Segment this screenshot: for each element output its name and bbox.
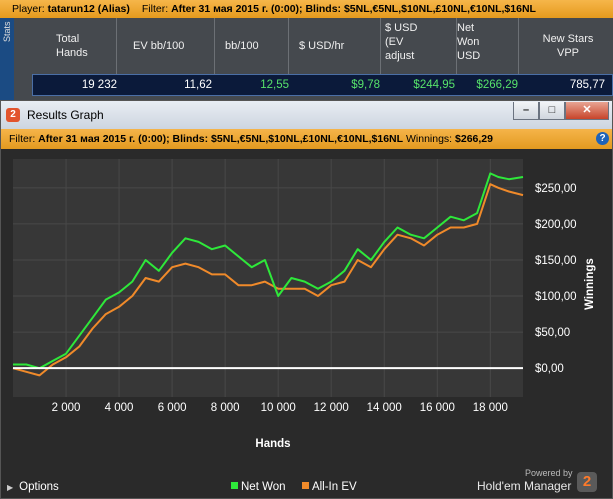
graph-filter-label: Filter: [9, 133, 36, 145]
window-title: Results Graph [27, 108, 104, 122]
winnings-value: $266,29 [455, 133, 493, 145]
x-tick-label: 18 000 [473, 402, 508, 414]
stats-tab[interactable]: Stats [0, 18, 14, 100]
col-usd-hr[interactable]: $ USD/hr [289, 18, 381, 74]
filter-label: Filter: [141, 3, 169, 15]
window-titlebar[interactable]: 2 Results Graph – □ ✕ [1, 101, 612, 129]
col-label: bb/100 [225, 40, 259, 52]
col-label: EV bb/100 [133, 40, 185, 52]
col-ev-bb100[interactable]: EV bb/100 [117, 18, 215, 74]
maximize-button[interactable]: □ [539, 102, 565, 120]
col-new-stars-vpp[interactable]: New Stars VPP [519, 18, 613, 74]
x-axis-label: Hands [255, 438, 290, 450]
hm2-logo-icon: 2 [577, 472, 597, 492]
triangle-right-icon: ▶ [7, 483, 14, 492]
stats-data-row[interactable]: 19 232 11,62 12,55 $9,78 $244,95 $266,29… [32, 74, 613, 96]
stats-tab-label: Stats [2, 21, 12, 42]
player-label: Player: [12, 3, 45, 15]
plot-area [13, 159, 523, 397]
cell-usd-ev-adjust: $244,95 [413, 79, 455, 91]
options-button[interactable]: ▶ Options [7, 481, 59, 493]
x-tick-labels: 2 000 4 000 6 000 8 000 10 000 12 000 14 000 16… [52, 402, 508, 414]
col-usd-ev-adjust[interactable]: $ USD (EV adjust [381, 18, 457, 74]
col-total-hands[interactable]: Total Hands [14, 18, 117, 74]
help-icon[interactable]: ? [596, 132, 609, 145]
y-tick-label: $0,00 [535, 363, 564, 375]
close-button[interactable]: ✕ [565, 102, 609, 120]
graph-filter-bar: Filter: After 31 мая 2015 г. (0:00); Bli… [1, 129, 612, 149]
chart-legend: Net Won All-In EV [231, 481, 357, 493]
x-tick-label: 10 000 [261, 402, 296, 414]
cell-total-hands: 19 232 [81, 79, 117, 91]
col-net-won-usd[interactable]: Net Won USD [457, 18, 519, 74]
y-tick-label: $150,00 [535, 255, 577, 267]
x-tick-label: 12 000 [314, 402, 349, 414]
stats-header: Total Hands EV bb/100 bb/100 $ USD/hr $ … [14, 18, 613, 74]
legend-swatch-net-won [231, 482, 238, 489]
graph-filter-text: After 31 мая 2015 г. (0:00); Blinds: $5N… [38, 133, 404, 145]
x-tick-label: 6 000 [158, 402, 187, 414]
col-label: Net Won USD [457, 22, 481, 62]
y-axis-label: Winnings [584, 258, 596, 310]
player-name: tatarun12 (Alias) [47, 3, 130, 15]
results-graph-window: 2 Results Graph – □ ✕ Filter: After 31 м… [0, 100, 613, 499]
col-bb100[interactable]: bb/100 [215, 18, 289, 74]
cell-usd-hr: $9,78 [351, 79, 380, 91]
player-filter-bar: Player: tatarun12 (Alias) Filter: After 3… [0, 0, 613, 18]
y-tick-label: $250,00 [535, 183, 577, 195]
col-label: Total Hands [56, 33, 88, 59]
cell-bb100: 12,55 [260, 79, 289, 91]
winnings-label: Winnings: [405, 133, 453, 145]
minimize-button[interactable]: – [513, 102, 539, 120]
y-tick-label: $200,00 [535, 219, 577, 231]
x-tick-label: 14 000 [367, 402, 402, 414]
legend-net-won: Net Won [241, 481, 286, 493]
cell-new-stars-vpp: 785,77 [569, 79, 605, 91]
y-tick-label: $100,00 [535, 291, 577, 303]
legend-all-in-ev: All-In EV [311, 481, 357, 493]
legend-swatch-all-in-ev [301, 482, 309, 489]
col-label: New Stars VPP [542, 33, 594, 59]
options-label: Options [19, 481, 59, 493]
cell-ev-bb100: 11,62 [184, 79, 212, 91]
col-label: $ USD (EV adjust [385, 22, 418, 62]
x-tick-label: 16 000 [420, 402, 455, 414]
filter-text: After 31 мая 2015 г. (0:00); Blinds: $5N… [171, 3, 536, 15]
results-chart: 2 000 4 000 6 000 8 000 10 000 12 000 14 000 16… [12, 159, 596, 450]
col-label: $ USD/hr [299, 40, 345, 52]
x-tick-label: 4 000 [105, 402, 134, 414]
y-tick-label: $50,00 [535, 327, 570, 339]
x-tick-label: 2 000 [52, 402, 81, 414]
stats-table: Total Hands EV bb/100 bb/100 $ USD/hr $ … [14, 18, 613, 100]
hm2-brand: Powered by Hold'em Manager 2 [477, 466, 607, 496]
x-tick-label: 8 000 [211, 402, 240, 414]
cell-net-won-usd: $266,29 [476, 79, 518, 91]
brand-name: Hold'em Manager [477, 479, 572, 493]
powered-by-text: Powered by [525, 468, 573, 478]
hm2-icon: 2 [6, 108, 20, 122]
y-tick-labels: $0,00 $50,00 $100,00 $150,00 $200,00 $250,00 [535, 183, 577, 375]
